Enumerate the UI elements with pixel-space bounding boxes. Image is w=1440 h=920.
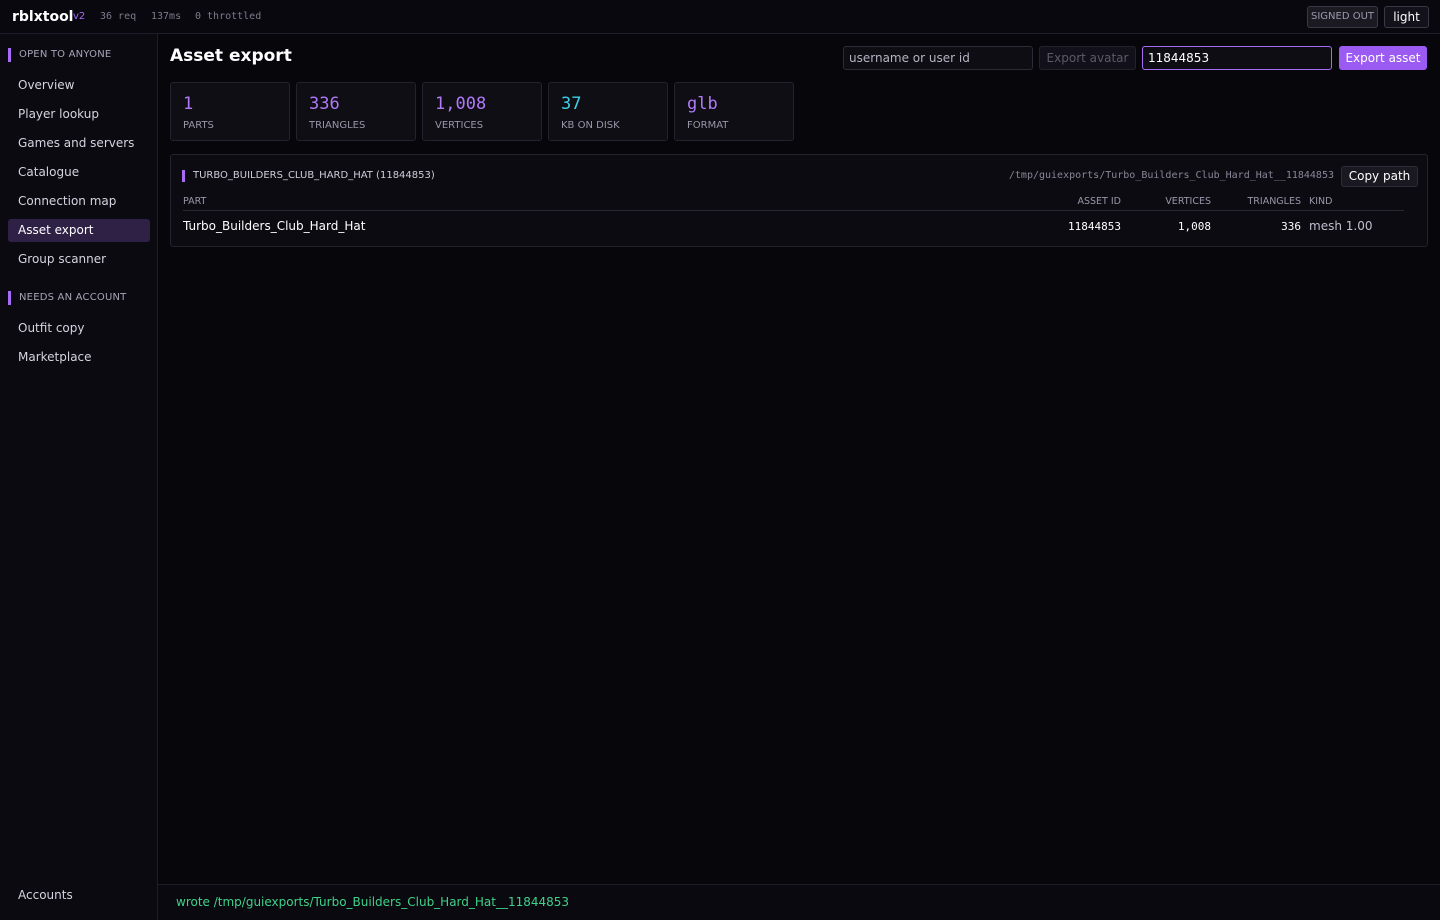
theme-toggle-button[interactable]: light — [1384, 6, 1429, 28]
sidebar-item-group-scanner[interactable]: Group scanner — [8, 248, 150, 271]
export-asset-button[interactable]: Export asset — [1339, 46, 1427, 70]
stat-card-vertices: 1,008 VERTICES — [422, 82, 542, 141]
stat-card-kb-on-disk: 37 KB ON DISK — [548, 82, 668, 141]
asset-id-input[interactable]: 11844853 — [1142, 46, 1332, 70]
sidebar: OPEN TO ANYONE Overview Player lookup Ga… — [0, 34, 158, 920]
status-message: wrote /tmp/guiexports/Turbo_Builders_Clu… — [176, 895, 570, 909]
stat-label: VERTICES — [435, 120, 484, 131]
cell-asset-id: 11844853 — [1068, 220, 1121, 233]
result-title: TURBO_BUILDERS_CLUB_HARD_HAT (11844853) — [182, 170, 435, 182]
column-header-asset-id: ASSET ID — [1077, 196, 1121, 207]
export-result-panel: TURBO_BUILDERS_CLUB_HARD_HAT (11844853) … — [170, 154, 1428, 247]
sidebar-item-outfit-copy[interactable]: Outfit copy — [8, 317, 150, 340]
stat-card-format: glb FORMAT — [674, 82, 794, 141]
stat-value: 336 — [309, 94, 340, 114]
export-avatar-button[interactable]: Export avatar — [1039, 46, 1136, 70]
auth-status-badge[interactable]: SIGNED OUT — [1307, 6, 1378, 28]
table-header-divider — [183, 210, 1404, 211]
sidebar-item-connection-map[interactable]: Connection map — [8, 190, 150, 213]
copy-path-button[interactable]: Copy path — [1341, 166, 1418, 187]
column-header-triangles: TRIANGLES — [1247, 196, 1302, 207]
latency-readout: 137ms — [151, 11, 182, 22]
stat-card-parts: 1 PARTS — [170, 82, 290, 141]
stat-label: PARTS — [183, 120, 214, 131]
sidebar-section-open: OPEN TO ANYONE — [8, 48, 111, 62]
top-bar: rblxtool v2 36 req 137ms 0 throttled SIG… — [0, 0, 1440, 34]
cell-part: Turbo_Builders_Club_Hard_Hat — [183, 219, 366, 233]
sidebar-item-marketplace[interactable]: Marketplace — [8, 346, 150, 369]
sidebar-item-games-and-servers[interactable]: Games and servers — [8, 132, 150, 155]
sidebar-item-asset-export[interactable]: Asset export — [8, 219, 150, 242]
status-bar: wrote /tmp/guiexports/Turbo_Builders_Clu… — [158, 884, 1440, 920]
sidebar-item-player-lookup[interactable]: Player lookup — [8, 103, 150, 126]
column-header-part: PART — [183, 196, 207, 207]
sidebar-item-catalogue[interactable]: Catalogue — [8, 161, 150, 184]
sidebar-item-accounts[interactable]: Accounts — [8, 884, 150, 907]
column-header-vertices: VERTICES — [1165, 196, 1211, 207]
app-brand: rblxtool — [12, 9, 74, 25]
cell-triangles: 336 — [1281, 220, 1301, 233]
page-title: Asset export — [170, 46, 292, 66]
username-input[interactable]: username or user id — [843, 46, 1033, 70]
stat-label: KB ON DISK — [561, 120, 620, 131]
column-header-kind: KIND — [1309, 196, 1333, 207]
sidebar-item-overview[interactable]: Overview — [8, 74, 150, 97]
stat-label: FORMAT — [687, 120, 729, 131]
version-badge: v2 — [73, 11, 86, 22]
stat-value: 1 — [183, 94, 194, 114]
sidebar-section-account: NEEDS AN ACCOUNT — [8, 291, 126, 305]
export-path: /tmp/guiexports/Turbo_Builders_Club_Hard… — [1008, 170, 1334, 181]
cell-kind: mesh 1.00 — [1309, 219, 1373, 233]
stat-card-triangles: 336 TRIANGLES — [296, 82, 416, 141]
stat-value: 37 — [561, 94, 582, 114]
throttled-count: 0 throttled — [195, 11, 262, 22]
cell-vertices: 1,008 — [1177, 220, 1211, 233]
stat-value: 1,008 — [435, 94, 487, 114]
request-count: 36 req — [100, 11, 137, 22]
stat-value: glb — [687, 94, 718, 114]
stat-label: TRIANGLES — [309, 120, 366, 131]
